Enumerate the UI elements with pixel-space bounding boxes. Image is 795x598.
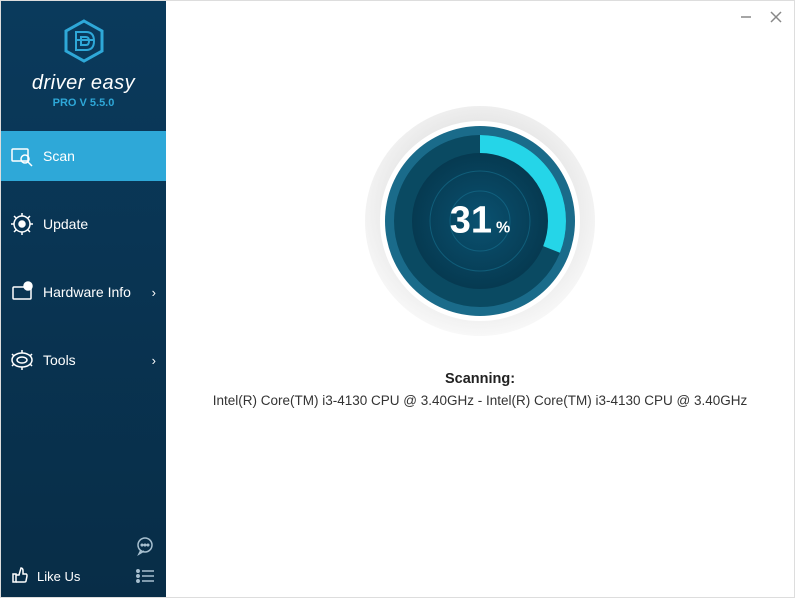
progress-label: 31 % bbox=[450, 200, 511, 243]
nav-menu: Scan Update i Hardware Info › bbox=[1, 121, 166, 556]
like-us-label: Like Us bbox=[37, 569, 80, 584]
nav-item-update[interactable]: Update bbox=[1, 199, 166, 249]
scan-icon bbox=[11, 145, 33, 167]
nav-item-hardware[interactable]: i Hardware Info › bbox=[1, 267, 166, 317]
progress-circle: 31 % bbox=[360, 101, 600, 341]
logo-area: driver easy PRO V 5.5.0 bbox=[1, 1, 166, 121]
like-us-button[interactable]: Like Us bbox=[11, 566, 80, 587]
thumbs-up-icon bbox=[11, 566, 29, 587]
status-detail: Intel(R) Core(TM) i3-4130 CPU @ 3.40GHz … bbox=[193, 393, 768, 408]
nav-label-scan: Scan bbox=[43, 148, 75, 164]
tools-icon bbox=[11, 349, 33, 371]
nav-label-update: Update bbox=[43, 216, 88, 232]
sidebar: driver easy PRO V 5.5.0 Scan Up bbox=[1, 1, 166, 597]
nav-item-scan[interactable]: Scan bbox=[1, 131, 166, 181]
progress-value: 31 bbox=[450, 200, 492, 243]
status-title: Scanning: bbox=[445, 371, 515, 387]
main-content: 31 % Scanning: Intel(R) Core(TM) i3-4130… bbox=[166, 1, 794, 597]
sidebar-bottom-icons bbox=[134, 535, 156, 587]
menu-icon[interactable] bbox=[134, 565, 156, 587]
nav-item-tools[interactable]: Tools › bbox=[1, 335, 166, 385]
close-button[interactable] bbox=[768, 9, 784, 25]
logo-icon bbox=[62, 19, 106, 68]
progress-unit: % bbox=[496, 220, 510, 238]
update-icon bbox=[11, 213, 33, 235]
minimize-button[interactable] bbox=[738, 9, 754, 25]
chevron-right-icon: › bbox=[152, 285, 156, 300]
feedback-icon[interactable] bbox=[134, 535, 156, 557]
chevron-right-icon: › bbox=[152, 353, 156, 368]
nav-label-hardware: Hardware Info bbox=[43, 284, 131, 300]
version-label: PRO V 5.5.0 bbox=[1, 97, 166, 109]
hardware-info-icon: i bbox=[11, 281, 33, 303]
nav-label-tools: Tools bbox=[43, 352, 76, 368]
window-controls bbox=[738, 9, 784, 25]
progress-area: 31 % Scanning: Intel(R) Core(TM) i3-4130… bbox=[166, 101, 794, 408]
brand-name: driver easy bbox=[1, 72, 166, 95]
